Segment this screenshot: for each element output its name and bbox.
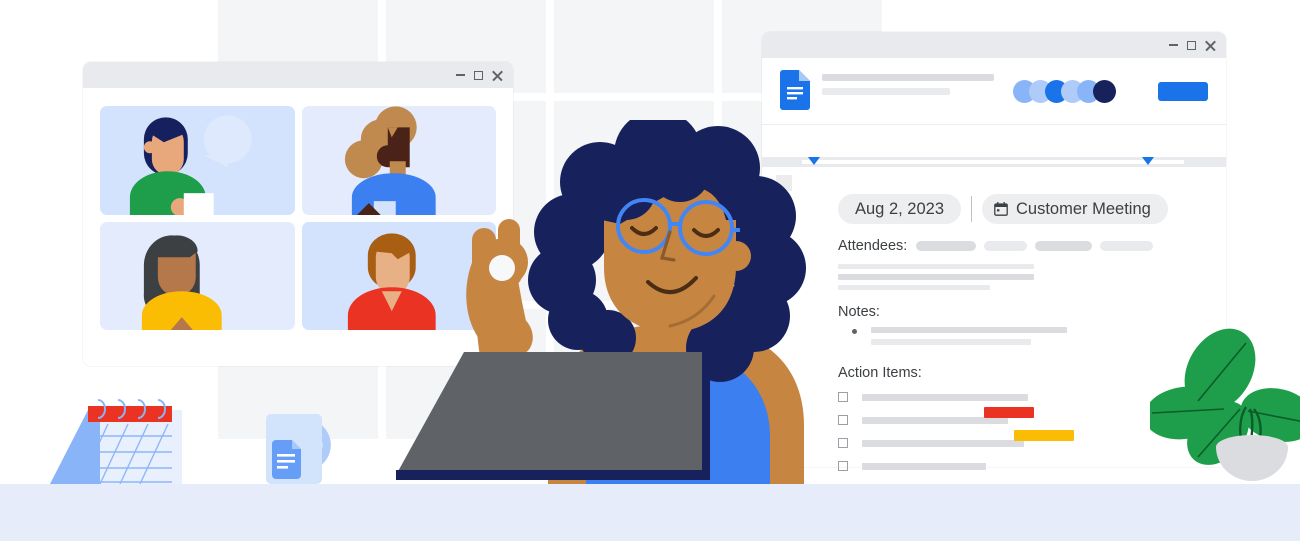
avatar[interactable] [1093, 80, 1116, 103]
meeting-chip[interactable]: Customer Meeting [982, 194, 1168, 224]
action-item-text [862, 439, 1024, 447]
doc-window-titlebar[interactable] [762, 32, 1226, 58]
google-docs-icon [780, 70, 810, 110]
minimize-icon[interactable] [1169, 44, 1178, 46]
desk-surface [0, 484, 1300, 541]
close-icon[interactable] [1205, 40, 1216, 51]
attendees-row: Attendees: [838, 238, 1218, 254]
attendee-pill[interactable] [1100, 241, 1154, 251]
illustration-stage: Aug 2, 2023 Customer Meeting Attendees: [0, 0, 1300, 541]
background-pane [554, 0, 714, 93]
laptop[interactable] [396, 352, 716, 487]
maximize-icon[interactable] [1187, 40, 1196, 50]
collaborator-avatars[interactable] [1013, 80, 1116, 103]
attendee-pill[interactable] [1035, 241, 1093, 251]
maximize-icon[interactable] [474, 70, 483, 80]
close-icon[interactable] [492, 70, 503, 81]
action-item-highlight [1014, 429, 1074, 441]
chip-divider [971, 196, 972, 222]
meeting-chip-label: Customer Meeting [1016, 199, 1151, 218]
attendees-text-lines [838, 264, 1218, 290]
action-item-text [862, 416, 1008, 424]
share-button[interactable] [1158, 82, 1208, 101]
ruler-right-indent-marker[interactable] [1142, 157, 1155, 165]
note-line [871, 339, 1031, 345]
desk-calendar [50, 399, 182, 485]
doc-toolbar [762, 58, 1226, 125]
attendee-pill-group [916, 241, 1154, 251]
video-tile-participant-3[interactable] [100, 221, 295, 330]
action-item-text [862, 462, 986, 470]
potted-plant [1150, 328, 1300, 481]
meeting-chip-row: Aug 2, 2023 Customer Meeting [838, 194, 1218, 224]
action-item-highlight [984, 406, 1034, 418]
video-window-titlebar[interactable] [83, 62, 513, 88]
note-line [871, 327, 1067, 333]
notes-label: Notes: [838, 304, 880, 320]
action-item-text [862, 393, 1028, 401]
attendee-pill[interactable] [916, 241, 977, 251]
coffee-mug [266, 414, 331, 484]
video-tile-participant-1[interactable] [100, 106, 295, 215]
doc-title-placeholder [822, 74, 994, 102]
attendee-pill[interactable] [984, 241, 1028, 251]
minimize-icon[interactable] [456, 74, 465, 76]
calendar-icon [994, 202, 1008, 216]
